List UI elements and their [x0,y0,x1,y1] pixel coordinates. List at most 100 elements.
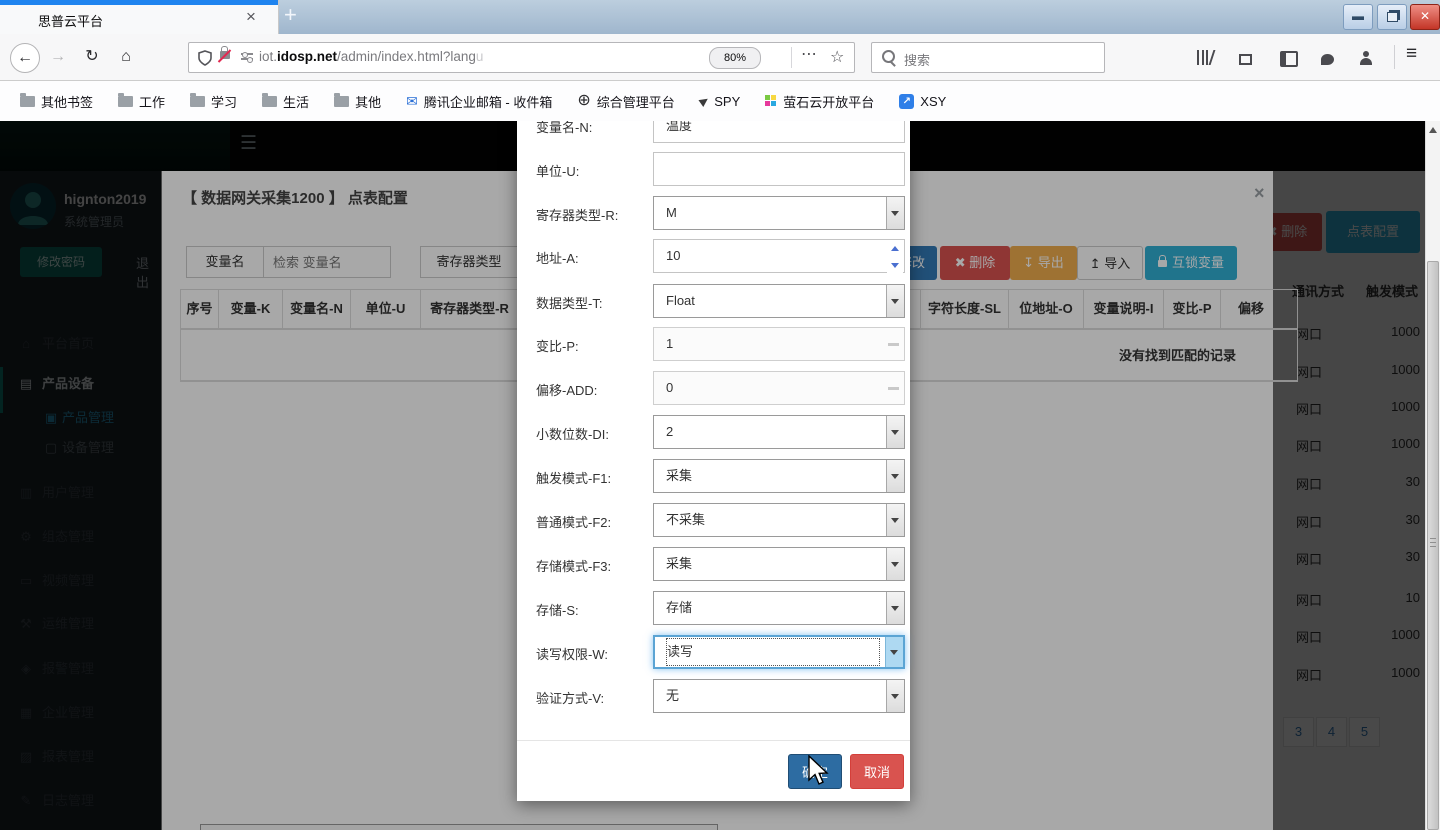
chevron-down-icon [886,504,904,536]
folder-icon [334,96,349,107]
disabled-dash-icon [888,343,899,346]
field-label: 单位-U: [536,161,579,180]
scrollbar-grip-icon [1430,538,1436,549]
field-label: 变比-P: [536,336,579,355]
variable-edit-modal: 变量名-N: 温度 单位-U: 寄存器类型-R: M 地址-A: 10 数据类型… [517,121,910,801]
toolbar-divider [1394,45,1395,69]
cancel-button[interactable]: 取消 [850,754,904,789]
scroll-up-icon[interactable] [1429,127,1437,133]
folder-icon [262,96,277,107]
rw-permission-select[interactable]: 读写 [653,635,905,669]
search-placeholder: 搜索 [904,50,930,69]
tencent-mail-icon: ✉ [406,94,418,108]
ratio-input: 1 [653,327,905,361]
bookmark-star-icon[interactable]: ☆ [830,47,844,67]
forward-icon[interactable]: → [44,43,72,71]
modal-footer-divider [517,740,910,741]
home-icon[interactable]: ⌂ [112,43,140,71]
browser-window: 思普云平台 × + ▬ ✕ ← → ↻ ⌂ iot.idosp.net/admi… [0,0,1440,829]
chat-icon[interactable] [1321,51,1334,69]
shield-icon[interactable] [198,50,212,66]
field-label: 普通模式-F2: [536,512,611,531]
titlebar: 思普云平台 × + ▬ ✕ [0,0,1440,34]
xsy-icon: ↗ [899,94,914,109]
bookmarks-bar: 其他书签 工作 学习 生活 其他 ✉腾讯企业邮箱 - 收件箱 ⊕综合管理平台 ▶… [0,81,1440,121]
bookmark-spy[interactable]: ▶SPY [694,91,746,112]
trigger-mode-select[interactable]: 采集 [653,459,905,493]
page-actions-icon[interactable]: ⋯ [801,44,817,64]
library-icon[interactable] [1197,49,1215,67]
bookmark-folder-other[interactable]: 其他书签 [14,89,99,114]
verify-mode-select[interactable]: 无 [653,679,905,713]
field-label: 触发模式-F1: [536,468,611,487]
bookmark-xsy[interactable]: ↗XSY [893,91,952,112]
tab-title: 思普云平台 [38,11,103,30]
sidebars-icon[interactable] [1280,50,1298,68]
permissions-icon[interactable] [241,52,253,62]
reload-icon[interactable]: ↻ [78,43,106,71]
field-label: 验证方式-V: [536,688,604,707]
bookmark-folder-study[interactable]: 学习 [184,89,243,114]
disabled-dash-icon [888,387,899,390]
decimal-digits-select[interactable]: 2 [653,415,905,449]
urlbar-divider [791,47,792,68]
field-label: 读写权限-W: [536,644,608,663]
url-text[interactable]: iot.idosp.net/admin/index.html?langu [259,49,483,64]
page-viewport: ☰ hignton2019 系统管理员 修改密码 退出 ⌂平台首页 ▤产品设备 … [0,121,1440,830]
chevron-down-icon [886,680,904,712]
storage-select[interactable]: 存储 [653,591,905,625]
offset-input: 0 [653,371,905,405]
window-close-button[interactable]: ✕ [1410,4,1440,30]
bookmark-folder-life[interactable]: 生活 [256,89,315,114]
chevron-down-icon [886,197,904,229]
account-icon[interactable] [1359,49,1373,67]
bookmark-folder-work[interactable]: 工作 [112,89,171,114]
field-label: 寄存器类型-R: [536,205,618,224]
browser-navbar: ← → ↻ ⌂ iot.idosp.net/admin/index.html?l… [0,34,1440,81]
register-type-select[interactable]: M [653,196,905,230]
unit-input[interactable] [653,152,905,186]
back-icon[interactable]: ← [10,43,40,73]
search-bar[interactable]: 搜索 [871,42,1105,73]
storage-mode-select[interactable]: 采集 [653,547,905,581]
field-label: 小数位数-DI: [536,424,609,443]
chevron-down-icon [886,285,904,317]
chevron-down-icon [886,460,904,492]
normal-mode-select[interactable]: 不采集 [653,503,905,537]
spinner-arrows-icon[interactable] [887,241,903,273]
field-label: 地址-A: [536,248,579,267]
menu-icon[interactable]: ≡ [1406,43,1417,65]
folder-icon [118,96,133,107]
mouse-cursor [806,755,830,789]
variable-name-input[interactable]: 温度 [653,121,905,143]
bookmark-mgmt-platform[interactable]: ⊕综合管理平台 [571,89,680,114]
window-minimize-button[interactable]: ▬ [1343,4,1373,30]
chevron-down-icon [885,637,903,667]
field-label: 偏移-ADD: [536,380,597,399]
restore-icon [1387,12,1398,22]
field-label: 数据类型-T: [536,293,602,312]
page-scrollbar[interactable] [1425,121,1440,830]
folder-icon [20,96,35,107]
globe-icon: ⊕ [577,94,590,108]
window-restore-button[interactable] [1377,4,1407,30]
tab-close-icon[interactable]: × [246,7,256,27]
field-label: 变量名-N: [536,121,592,136]
zoom-level-badge[interactable]: 80% [709,47,761,69]
chevron-down-icon [886,592,904,624]
url-bar[interactable]: iot.idosp.net/admin/index.html?langu 80%… [188,42,855,73]
data-type-select[interactable]: Float [653,284,905,318]
bookmark-tencent-mail[interactable]: ✉腾讯企业邮箱 - 收件箱 [400,89,558,114]
field-label: 存储模式-F3: [536,556,611,575]
active-tab-strip [0,0,278,5]
dart-icon: ▶ [697,93,712,109]
bookmark-ezviz[interactable]: 萤石云开放平台 [759,89,880,114]
browser-tab[interactable]: 思普云平台 × [0,0,279,34]
scrollbar-thumb[interactable] [1427,261,1439,830]
folder-icon [190,96,205,107]
new-tab-button[interactable]: + [284,2,297,28]
address-stepper[interactable]: 10 [653,239,905,273]
bookmark-folder-misc[interactable]: 其他 [328,89,387,114]
search-icon [882,50,895,63]
screenshot-icon[interactable] [1239,50,1252,68]
